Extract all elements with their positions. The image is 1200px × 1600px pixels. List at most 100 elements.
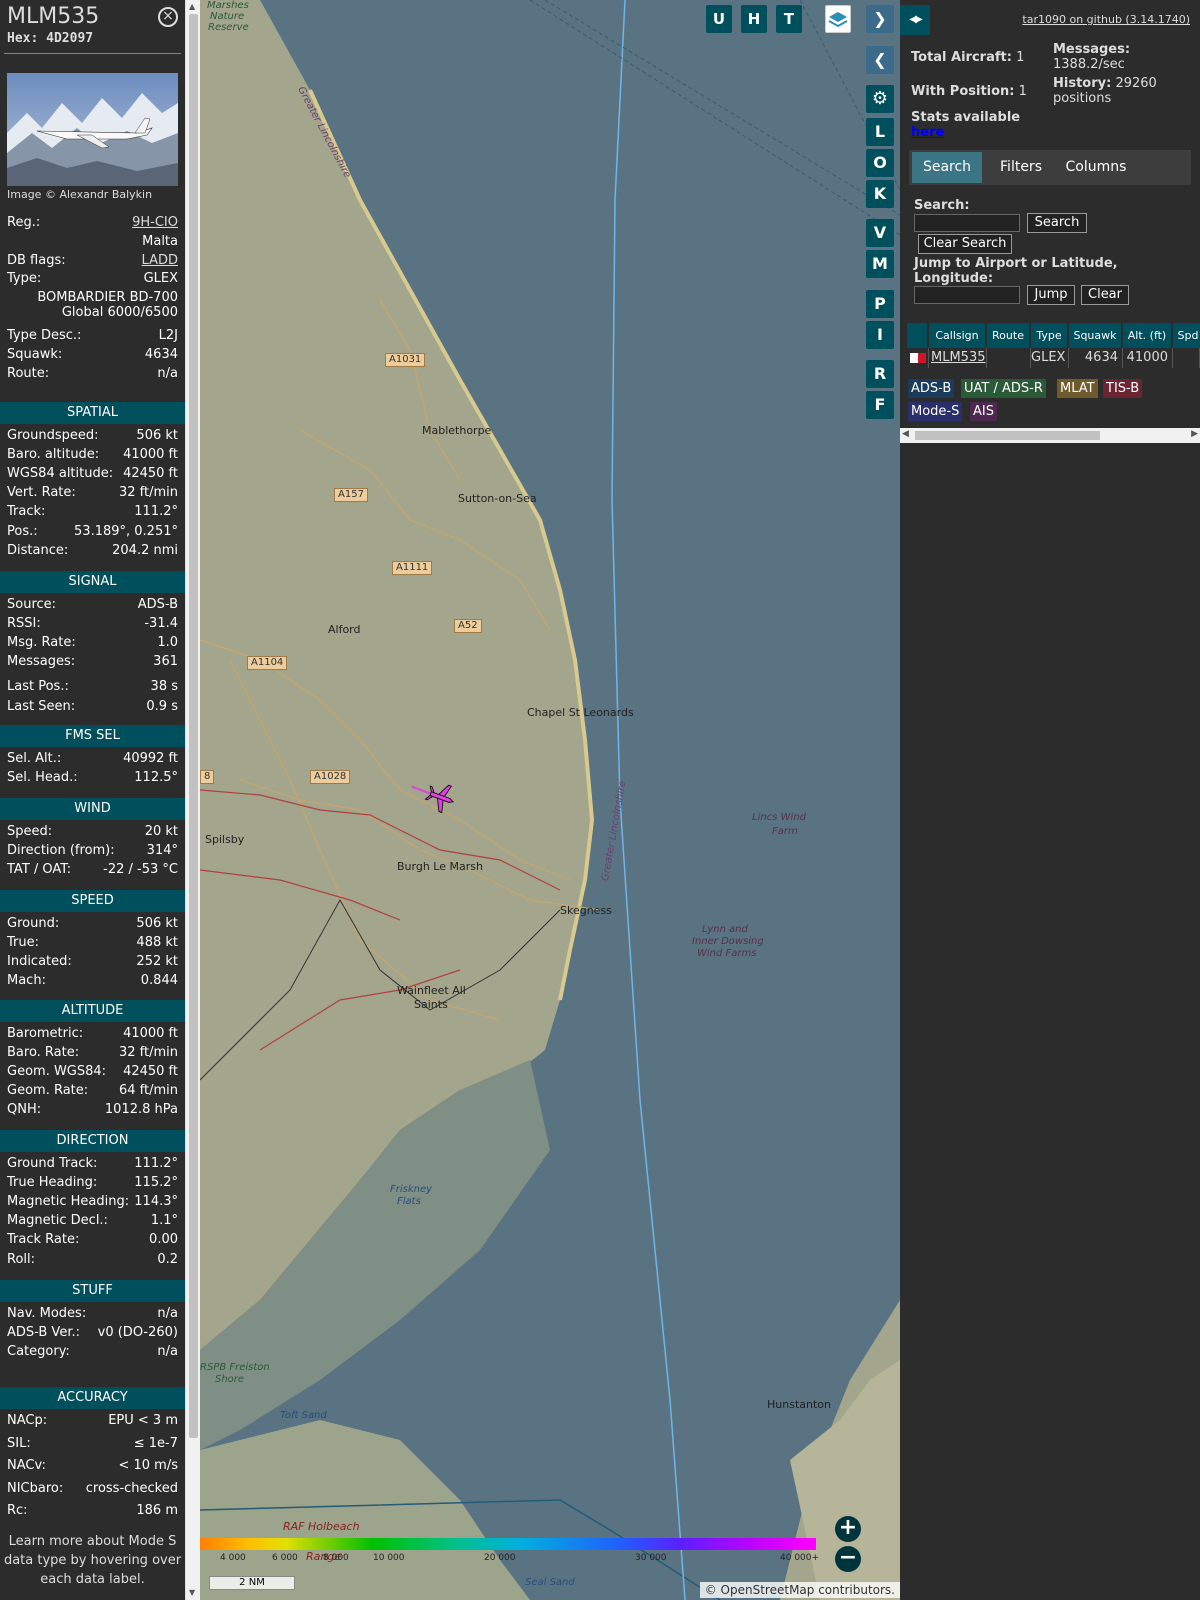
toggle-u-button[interactable]: U — [706, 5, 732, 33]
clear-search-button[interactable]: Clear Search — [918, 234, 1012, 254]
type-label: Type: — [7, 271, 42, 286]
toolbar-button-r[interactable]: R — [866, 360, 894, 388]
column-callsign[interactable]: Callsign — [929, 323, 985, 348]
column-squawk[interactable]: Squawk — [1069, 323, 1121, 348]
scroll-thumb[interactable] — [915, 431, 1100, 440]
column-type[interactable]: Type — [1031, 323, 1067, 348]
clear-button[interactable]: Clear — [1081, 285, 1129, 305]
stats-available: Stats available here — [911, 110, 1020, 140]
squawk-cell: 4634 — [1069, 348, 1123, 368]
search-button[interactable]: Search — [1027, 213, 1087, 233]
field-value: 41000 ft — [123, 447, 178, 462]
field-value: 506 kt — [136, 916, 178, 931]
toolbar-button-k[interactable]: K — [866, 180, 894, 208]
field-label: Speed: — [7, 824, 53, 839]
field-value: 40992 ft — [123, 751, 178, 766]
place-label: Skegness — [560, 904, 612, 917]
tab-search[interactable]: Search — [912, 152, 982, 183]
field-value: 488 kt — [136, 935, 178, 950]
tab-columns[interactable]: Columns — [1060, 152, 1132, 183]
search-input[interactable] — [914, 214, 1020, 232]
place-label: Hunstanton — [767, 1398, 831, 1411]
field-value: 42450 ft — [123, 1064, 178, 1079]
jump-input[interactable] — [914, 286, 1020, 304]
scroll-up-icon[interactable]: ▲ — [189, 2, 195, 11]
altitude-tick: 20 000 — [484, 1553, 516, 1563]
field-label: Groundspeed: — [7, 428, 99, 443]
field-label: Barometric: — [7, 1026, 84, 1041]
field-label: Nav. Modes: — [7, 1306, 87, 1321]
signal-row: Source: ADS-B — [7, 597, 178, 615]
field-value: -22 / -53 °C — [103, 862, 178, 877]
zoom-in-button[interactable]: + — [835, 1516, 861, 1542]
country-row: Malta — [7, 234, 178, 252]
dbflags-link[interactable]: LADD — [142, 253, 178, 268]
toolbar-button-l[interactable]: L — [866, 118, 894, 146]
field-value: cross-checked — [85, 1481, 178, 1496]
toolbar-button-v[interactable]: V — [866, 219, 894, 247]
speed-row: True: 488 kt — [7, 935, 178, 953]
scroll-down-icon[interactable]: ▼ — [189, 1588, 195, 1597]
water-label: Flats — [397, 1196, 421, 1207]
altitude-row: Baro. Rate: 32 ft/min — [7, 1045, 178, 1063]
dbflags-label: DB flags: — [7, 253, 66, 268]
signal-row: Last Seen: 0.9 s — [7, 699, 178, 717]
reg-link[interactable]: 9H-CIO — [132, 215, 178, 230]
toggle-h-button[interactable]: H — [741, 5, 767, 33]
field-label: WGS84 altitude: — [7, 466, 114, 481]
reg-label: Reg.: — [7, 215, 41, 230]
toggle-t-button[interactable]: T — [776, 5, 802, 33]
altitude-tick: 6 000 — [272, 1553, 298, 1563]
road-label: 8 — [200, 770, 215, 784]
squawk-label: Squawk: — [7, 347, 63, 362]
toolbar-button-f[interactable]: F — [866, 391, 894, 419]
wind-row: Speed: 20 kt — [7, 824, 178, 842]
aircraft-photo[interactable] — [7, 73, 178, 186]
field-label: True: — [7, 935, 39, 950]
close-icon[interactable]: × — [158, 7, 178, 27]
field-value: 204.2 nmi — [112, 543, 178, 558]
column-altitude[interactable]: Alt. (ft) — [1123, 323, 1171, 348]
section-header-direction: DIRECTION — [0, 1130, 185, 1152]
altitude-color-legend — [200, 1538, 816, 1550]
github-link[interactable]: tar1090 on github (3.14.1740) — [1022, 13, 1190, 26]
spatial-row: WGS84 altitude: 42450 ft — [7, 466, 178, 484]
scroll-thumb[interactable] — [189, 14, 198, 1438]
column-route[interactable]: Route — [987, 323, 1029, 348]
stats-link[interactable]: here — [911, 125, 944, 140]
scroll-right-icon[interactable]: ▶ — [1191, 429, 1198, 439]
toolbar-button-m[interactable]: M — [866, 250, 894, 278]
tab-filters[interactable]: Filters — [986, 152, 1056, 183]
water-label: Wind Farms — [697, 948, 757, 959]
horizontal-scrollbar[interactable]: ◀ ▶ — [900, 428, 1200, 443]
expand-toggle-button[interactable]: ◀▶ — [900, 5, 930, 35]
field-label: Geom. Rate: — [7, 1083, 89, 1098]
map-view[interactable]: Mablethorpe Sutton-on-Sea Alford Chapel … — [200, 0, 900, 1600]
field-label: Baro. Rate: — [7, 1045, 80, 1060]
field-value: 361 — [153, 654, 178, 669]
layers-icon[interactable] — [825, 5, 851, 33]
jump-button[interactable]: Jump — [1027, 285, 1075, 305]
toolbar-button-o[interactable]: O — [866, 149, 894, 177]
legend-tisb: TIS-B — [1103, 379, 1143, 398]
prev-arrow-button[interactable]: ❮ — [866, 46, 894, 74]
settings-gear-icon[interactable]: ⚙ — [866, 85, 894, 113]
field-label: Last Seen: — [7, 699, 76, 714]
toolbar-button-i[interactable]: I — [866, 321, 894, 349]
water-label: Nature — [210, 11, 245, 22]
field-value: 0.844 — [140, 973, 178, 988]
altitude-row: Geom. WGS84: 42450 ft — [7, 1064, 178, 1082]
altitude-row: Geom. Rate: 64 ft/min — [7, 1083, 178, 1101]
zoom-out-button[interactable]: − — [835, 1546, 861, 1572]
column-speed[interactable]: Spd — [1173, 323, 1200, 348]
callsign-heading: MLM535 — [7, 4, 100, 29]
callsign-cell[interactable]: MLM535 — [929, 348, 987, 368]
left-scrollbar[interactable]: ▲ ▼ — [185, 0, 200, 1600]
scroll-left-icon[interactable]: ◀ — [902, 429, 909, 439]
next-arrow-button[interactable]: ❯ — [866, 5, 894, 33]
type-full-1: BOMBARDIER BD-700 — [37, 290, 178, 305]
field-value: EPU < 3 m — [108, 1413, 178, 1428]
toolbar-button-p[interactable]: P — [866, 290, 894, 318]
field-label: QNH: — [7, 1102, 42, 1117]
altitude-tick: 8 000 — [323, 1553, 349, 1563]
